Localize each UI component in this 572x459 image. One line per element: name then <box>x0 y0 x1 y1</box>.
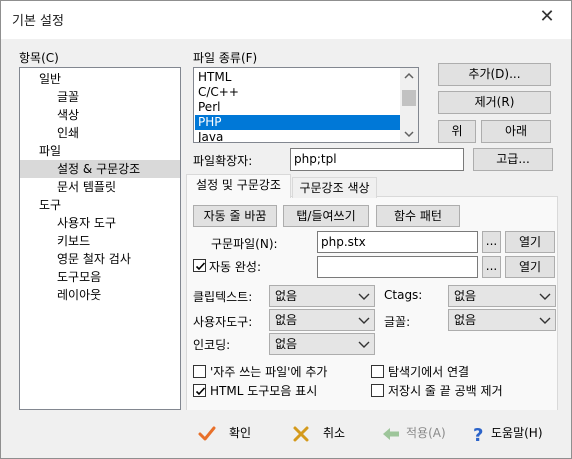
cancel-button[interactable]: 취소 <box>291 423 361 445</box>
syntax-file-browse-button[interactable]: ... <box>482 231 501 253</box>
chevron-down-icon[interactable] <box>400 126 418 142</box>
tree-item-print[interactable]: 인쇄 <box>57 124 79 142</box>
window-title: 기본 설정 <box>12 14 64 29</box>
list-item-cpp[interactable]: C/C++ <box>195 85 400 100</box>
font-label: 글꼴: <box>384 315 411 329</box>
checkmark-icon <box>198 426 216 441</box>
add-recent-files-label: '자주 쓰는 파일'에 추가 <box>210 365 328 379</box>
tree-item-font[interactable]: 글꼴 <box>57 88 79 106</box>
explorer-association-checkbox[interactable] <box>371 365 384 378</box>
category-tree[interactable]: 일반 글꼴 색상 인쇄 파일 설정 & 구문강조 문서 템플릿 도구 사용자 도… <box>19 67 181 410</box>
category-label: 항목(C) <box>19 51 59 65</box>
apply-button[interactable]: 적용(A) <box>381 423 461 445</box>
font-select[interactable]: 없음 <box>448 309 556 331</box>
user-tool-label: 사용자도구: <box>193 315 253 329</box>
filetype-label: 파일 종류(F) <box>193 51 258 65</box>
ctags-value: 없음 <box>454 289 477 303</box>
close-icon <box>293 426 309 442</box>
apply-label: 적용(A) <box>406 426 446 440</box>
tab-indent-button[interactable]: 탭/들여쓰기 <box>283 205 369 227</box>
extension-input[interactable]: php;tpl <box>290 148 464 171</box>
chevron-down-icon <box>539 293 551 300</box>
ctags-label: Ctags: <box>384 288 423 302</box>
advanced-button[interactable]: 고급... <box>473 148 553 171</box>
list-item-perl[interactable]: Perl <box>195 100 400 115</box>
encoding-value: 없음 <box>275 337 298 351</box>
autocomplete-label: 자동 완성: <box>209 260 262 274</box>
tree-item-settings-syntax[interactable]: 설정 & 구문강조 <box>20 160 180 178</box>
scrollbar-thumb[interactable] <box>402 90 416 106</box>
list-item-html[interactable]: HTML <box>195 70 400 85</box>
filetype-list[interactable]: HTML C/C++ Perl PHP Java <box>193 67 419 143</box>
chevron-up-icon[interactable] <box>400 68 418 84</box>
clip-text-label: 클립텍스트: <box>193 290 253 304</box>
extension-label: 파일확장자: <box>193 154 253 168</box>
svg-text:?: ? <box>473 425 483 443</box>
encoding-label: 인코딩: <box>193 338 231 352</box>
autocomplete-open-button[interactable]: 열기 <box>505 256 555 278</box>
close-icon[interactable]: ✕ <box>537 7 557 27</box>
explorer-association-label: 탐색기에서 연결 <box>388 365 470 379</box>
syntax-file-label: 구문파일(N): <box>211 237 278 251</box>
tab-syntax-colors[interactable]: 구문강조 색상 <box>292 177 377 198</box>
ok-label: 확인 <box>229 426 252 440</box>
word-wrap-button[interactable]: 자동 줄 바꿈 <box>193 205 277 227</box>
encoding-select[interactable]: 없음 <box>269 333 375 355</box>
chevron-down-icon <box>358 317 370 324</box>
remove-button[interactable]: 제거(R) <box>438 91 551 114</box>
function-pattern-button[interactable]: 함수 패턴 <box>376 205 460 227</box>
tree-item-tools[interactable]: 도구 <box>39 196 61 214</box>
html-toolbar-checkbox[interactable] <box>193 384 206 397</box>
tree-item-file[interactable]: 파일 <box>39 142 61 160</box>
tree-item-general[interactable]: 일반 <box>39 70 61 88</box>
move-up-button[interactable]: 위 <box>438 120 476 143</box>
filetype-scrollbar[interactable] <box>400 68 418 142</box>
clip-text-value: 없음 <box>275 289 298 303</box>
list-item-php[interactable]: PHP <box>195 115 400 130</box>
tree-item-templates[interactable]: 문서 템플릿 <box>57 178 116 196</box>
add-recent-files-checkbox[interactable] <box>193 365 206 378</box>
tree-item-toolbars[interactable]: 도구모음 <box>57 268 101 286</box>
move-down-button[interactable]: 아래 <box>481 120 551 143</box>
tree-item-color[interactable]: 색상 <box>57 106 79 124</box>
user-tool-select[interactable]: 없음 <box>269 309 375 331</box>
list-item-java[interactable]: Java <box>195 130 400 142</box>
autocomplete-browse-button[interactable]: ... <box>482 256 501 278</box>
autocomplete-checkbox[interactable] <box>193 259 206 272</box>
clip-text-select[interactable]: 없음 <box>269 285 375 307</box>
font-value: 없음 <box>454 313 477 327</box>
tree-item-keyboard[interactable]: 키보드 <box>57 232 90 250</box>
tree-item-user-tools[interactable]: 사용자 도구 <box>57 214 116 232</box>
user-tool-value: 없음 <box>275 313 298 327</box>
arrow-left-icon <box>383 428 399 440</box>
tree-item-spellcheck[interactable]: 영문 철자 검사 <box>57 250 131 268</box>
help-label: 도움말(H) <box>491 426 543 440</box>
question-icon: ? <box>473 425 483 443</box>
tree-item-layout[interactable]: 레이아웃 <box>57 286 101 304</box>
add-button[interactable]: 추가(D)... <box>438 63 551 86</box>
cancel-label: 취소 <box>323 426 346 440</box>
chevron-down-icon <box>358 293 370 300</box>
html-toolbar-label: HTML 도구모음 표시 <box>210 384 318 398</box>
trim-trailing-space-checkbox[interactable] <box>371 384 384 397</box>
ok-button[interactable]: 확인 <box>197 423 267 445</box>
syntax-file-open-button[interactable]: 열기 <box>505 231 555 253</box>
trim-trailing-space-label: 저장시 줄 끝 공백 제거 <box>388 384 503 398</box>
title-bar <box>1 1 571 39</box>
chevron-down-icon <box>358 341 370 348</box>
tab-settings-syntax[interactable]: 설정 및 구문강조 <box>186 174 291 198</box>
autocomplete-input[interactable] <box>317 256 478 278</box>
help-button[interactable]: ? 도움말(H) <box>470 423 550 445</box>
chevron-down-icon <box>539 317 551 324</box>
syntax-file-input[interactable]: php.stx <box>317 231 478 253</box>
ctags-select[interactable]: 없음 <box>448 285 556 307</box>
